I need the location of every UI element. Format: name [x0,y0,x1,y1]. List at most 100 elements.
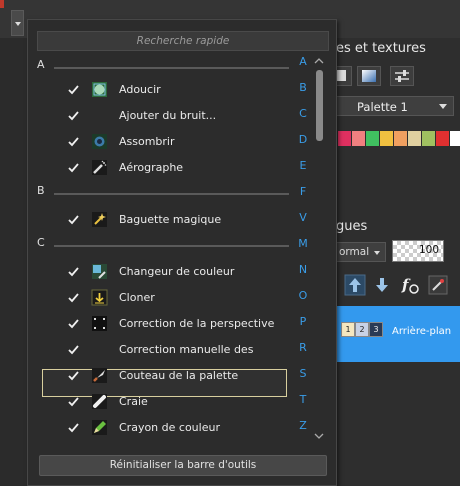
index-letter[interactable]: C [296,107,310,120]
item-label: Correction manuelle des [119,343,254,356]
item-label: Assombrir [119,135,175,148]
index-letter[interactable]: T [296,393,310,406]
clone-icon [91,289,108,306]
color-swatch[interactable] [408,131,421,146]
index-letter[interactable]: E [296,159,310,172]
color-changer-icon [92,264,107,279]
quick-search-placeholder: Recherche rapide [136,35,230,47]
index-letter[interactable]: F [296,185,310,198]
layer-row-background[interactable]: 1 2 3 Arrière-plan [333,306,460,362]
checkbox[interactable] [67,265,80,278]
soften-icon [92,82,107,97]
color-swatch[interactable] [380,131,393,146]
toolbar-customize-dropdown[interactable] [11,10,24,36]
move-layer-down-icon[interactable] [371,274,393,296]
group-divider [54,245,289,247]
list-item[interactable]: Couteau de la palette [28,363,313,389]
checkbox[interactable] [67,395,80,408]
darken-icon [92,134,107,149]
list-item[interactable]: Craie [28,389,313,415]
group-header-b: B [28,181,313,201]
alphabet-index: ABCDEFVMNOPRSTZ [296,55,310,435]
scrollbar[interactable] [314,55,324,443]
index-letter[interactable]: R [296,341,310,354]
item-label: Aérographe [119,161,184,174]
index-letter[interactable]: N [296,263,310,276]
index-letter[interactable]: S [296,367,310,380]
opacity-field[interactable]: 100 [392,240,444,262]
item-label: Adoucir [119,83,161,96]
index-letter[interactable]: Z [296,419,310,432]
item-label: Correction de la perspective [119,317,275,330]
item-label: Crayon de couleur [119,421,220,434]
layer-thumb: 3 [369,322,383,337]
index-letter[interactable]: A [296,55,310,68]
checkbox[interactable] [67,317,80,330]
scroll-thumb[interactable] [316,70,323,141]
checkbox[interactable] [67,343,80,356]
list-item[interactable]: Baguette magique [28,207,313,233]
color-swatch[interactable] [394,131,407,146]
index-letter[interactable]: O [296,289,310,302]
checkbox[interactable] [67,421,80,434]
checkbox[interactable] [67,369,80,382]
reset-toolbar-button[interactable]: Réinitialiser la barre d'outils [39,455,327,476]
group-letter: A [37,58,45,71]
materials-panel-title: es et textures [336,41,426,56]
item-label: Ajouter du bruit... [119,109,217,122]
airbrush-icon [92,160,107,175]
list-item[interactable]: Changeur de couleur [28,259,313,285]
scroll-up-icon[interactable] [314,57,324,65]
item-label: Baguette magique [119,213,222,226]
quick-search-input[interactable]: Recherche rapide [37,31,329,51]
group-header-a: A [28,55,313,75]
magic-wand-icon [92,212,107,227]
checkbox[interactable] [67,213,80,226]
index-letter[interactable]: V [296,211,310,224]
adjust-sliders-icon[interactable] [390,66,414,86]
list-item[interactable]: Cloner [28,285,313,311]
blend-mode-select[interactable]: ormal [336,242,386,262]
color-swatch[interactable] [366,131,379,146]
list-item[interactable]: Adoucir [28,77,313,103]
perspective-icon [92,316,107,331]
index-letter[interactable]: P [296,315,310,328]
group-divider [54,193,289,195]
list-item[interactable]: Crayon de couleur [28,415,313,441]
checkbox[interactable] [67,161,80,174]
color-swatch[interactable] [422,131,435,146]
move-layer-up-icon[interactable] [344,274,366,296]
checkbox[interactable] [67,83,80,96]
color-swatch[interactable] [450,131,460,146]
checkbox[interactable] [67,135,80,148]
color-swatch[interactable] [338,131,351,146]
gradient-button[interactable] [357,66,381,86]
index-letter[interactable]: B [296,81,310,94]
item-label: Couteau de la palette [119,369,239,382]
list-item[interactable]: Ajouter du bruit... [28,103,313,129]
item-label: Changeur de couleur [119,265,235,278]
color-swatches[interactable] [338,131,460,146]
palette-select-value: Palette 1 [357,100,408,114]
list-item[interactable]: Correction de la perspective [28,311,313,337]
color-swatch[interactable] [352,131,365,146]
list-item-selected[interactable]: Correction manuelle des [28,337,313,363]
checkbox[interactable] [67,291,80,304]
color-swatch[interactable] [436,131,449,146]
group-letter: C [37,236,45,249]
scroll-down-icon[interactable] [314,432,324,440]
chalk-icon [92,394,107,409]
tool-list: A Adoucir Ajouter du bruit... Assombrir … [28,55,313,455]
index-letter[interactable]: D [296,133,310,146]
list-item[interactable]: Aérographe [28,155,313,181]
colored-pencil-icon [92,420,107,435]
item-label: Craie [119,395,148,408]
layer-thumbnails: 1 2 3 [341,322,383,337]
palette-select[interactable]: Palette 1 [334,96,454,116]
group-header-c: C [28,233,313,253]
layer-tool-icon[interactable] [427,274,449,296]
index-letter[interactable]: M [296,237,310,250]
checkbox[interactable] [67,109,80,122]
layer-effects-icon[interactable]: f [399,274,421,296]
list-item[interactable]: Assombrir [28,129,313,155]
